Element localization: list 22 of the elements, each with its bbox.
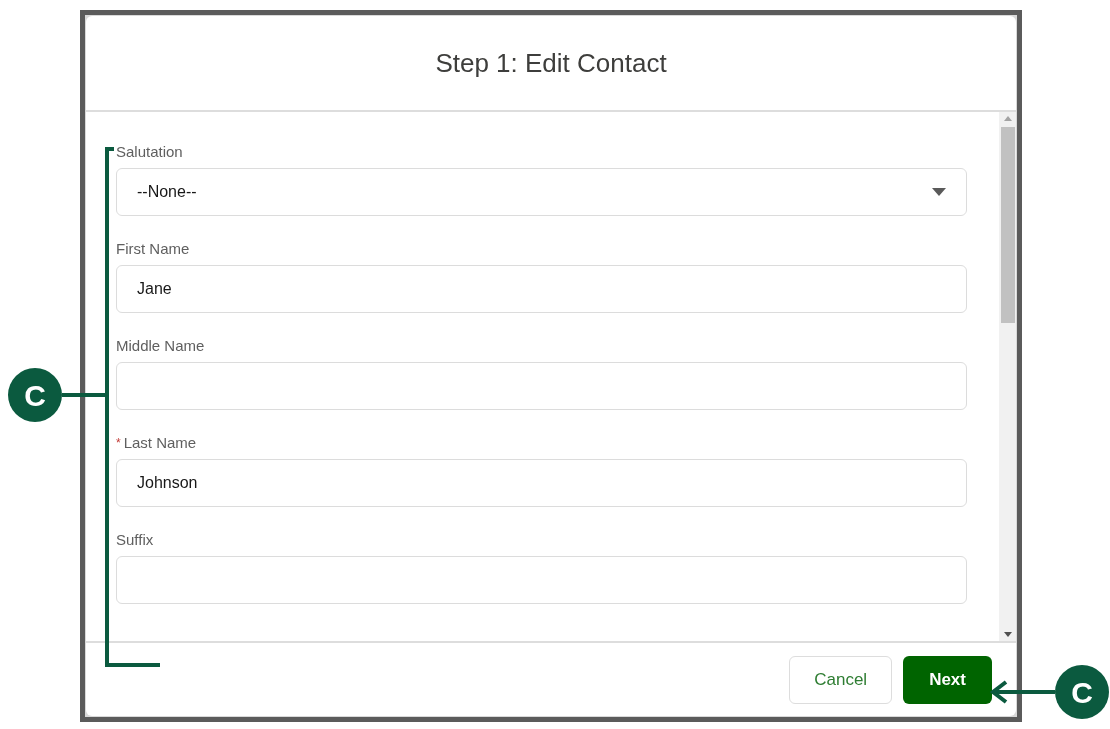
field-label: Last Name	[123, 435, 197, 451]
scroll-down-icon[interactable]	[1003, 632, 1012, 637]
dropdown-caret-icon	[932, 188, 946, 196]
scrollbar-thumb[interactable]	[1000, 127, 1015, 323]
input-field[interactable]	[116, 556, 967, 604]
salutation-dropdown[interactable]: --None--	[116, 168, 967, 216]
field-label: Salutation	[116, 144, 183, 160]
required-asterisk: *	[116, 435, 121, 451]
callout-marker: C	[1055, 665, 1109, 719]
input-field[interactable]	[116, 362, 967, 410]
field-label: Middle Name	[116, 338, 205, 354]
next-button[interactable]: Next	[903, 655, 992, 704]
input-field[interactable]: Jane	[116, 265, 967, 313]
dialog-title: Step 1: Edit Contact	[435, 46, 667, 80]
field-label: Suffix	[116, 532, 154, 548]
pointer-arrow	[989, 680, 1055, 704]
input-field[interactable]: Johnson	[116, 459, 967, 507]
cancel-button[interactable]: Cancel	[789, 655, 893, 704]
callout-marker: C	[8, 368, 62, 422]
field-label: First Name	[116, 241, 190, 257]
scrollbar[interactable]	[999, 112, 1016, 641]
scroll-up-icon[interactable]	[1003, 116, 1012, 121]
